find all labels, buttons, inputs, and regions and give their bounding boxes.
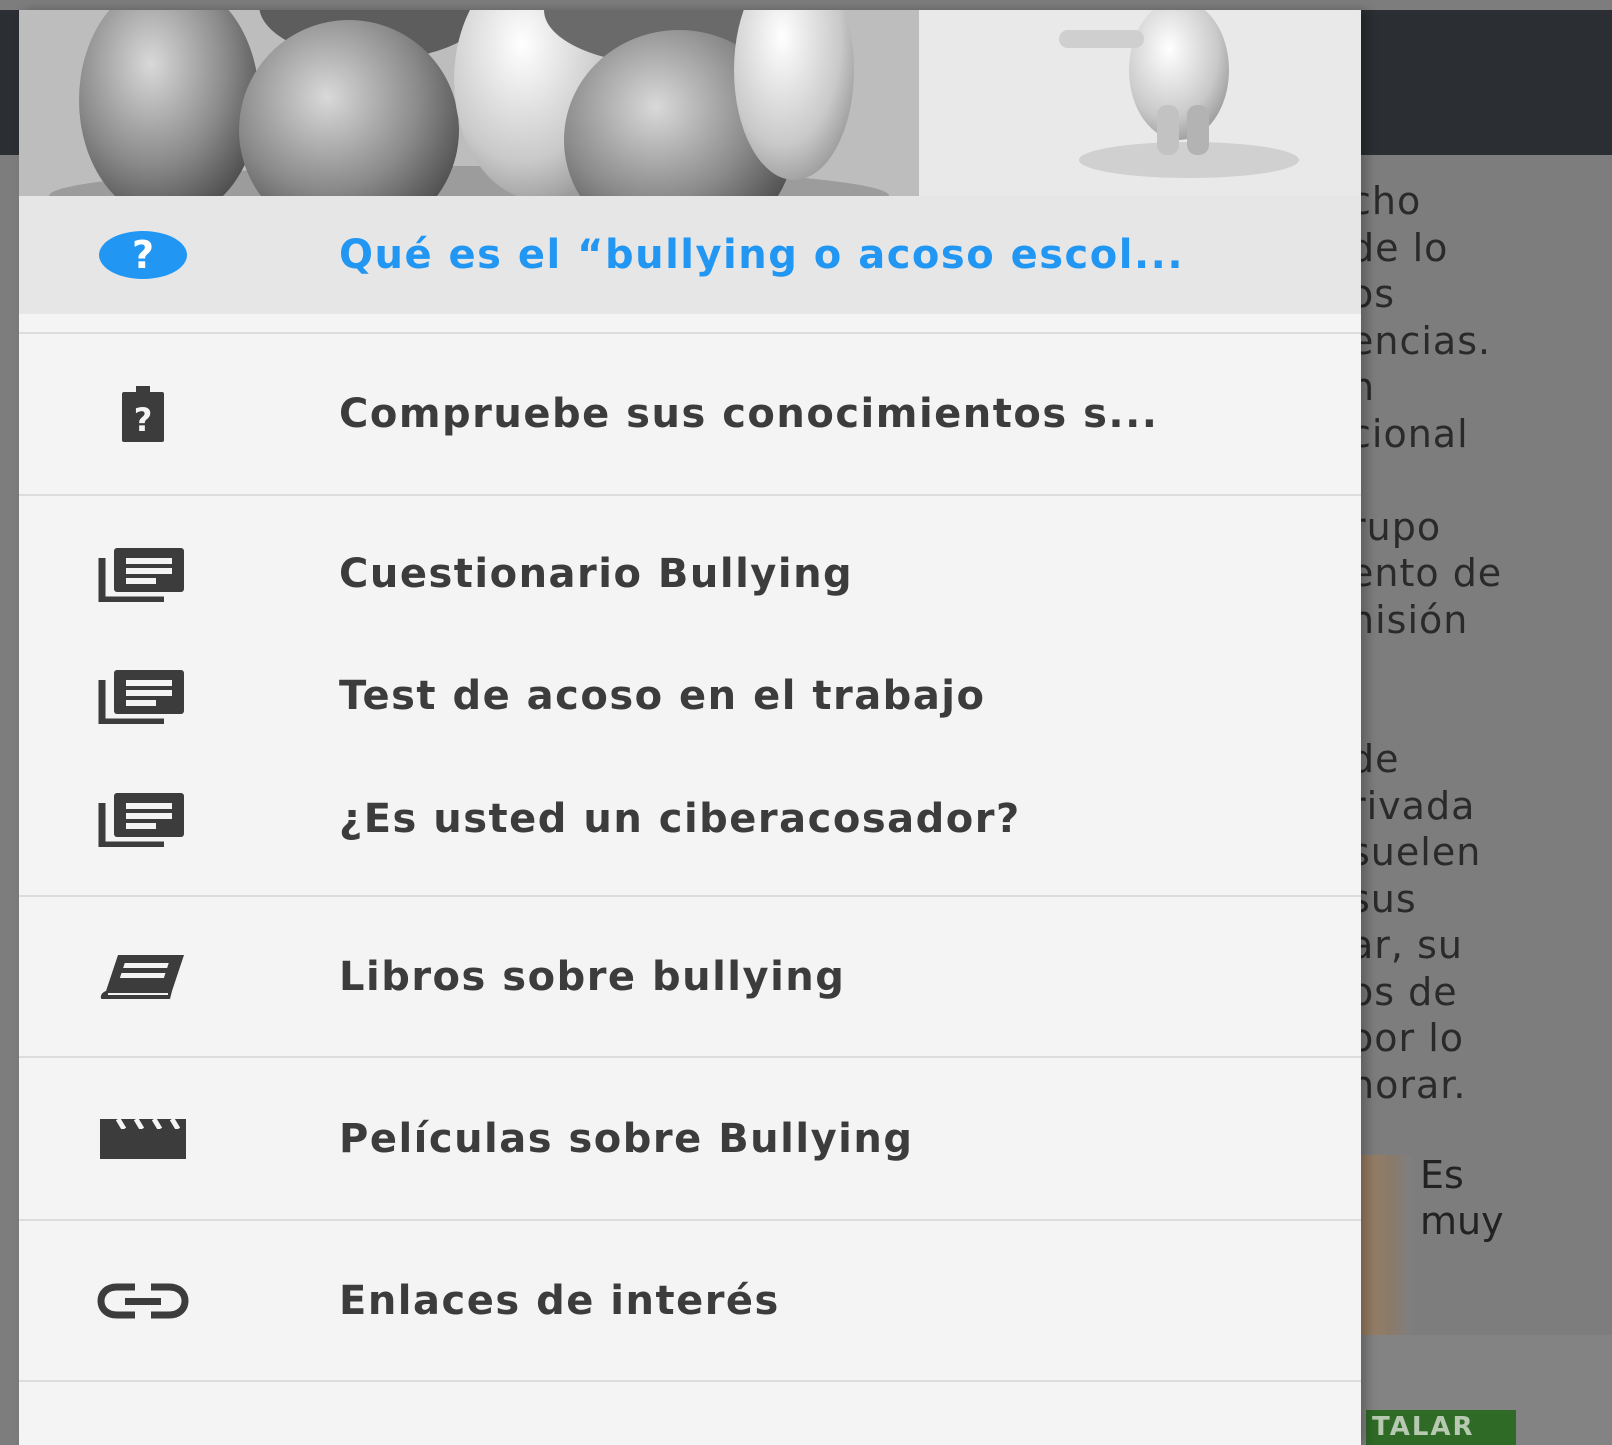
bg-text-line: rupo bbox=[1350, 504, 1442, 549]
drawer-item-cuestionario-bullying[interactable]: Cuestionario Bullying bbox=[19, 515, 1361, 633]
link-icon bbox=[97, 1271, 189, 1331]
drawer-divider bbox=[19, 1380, 1361, 1382]
background-ad-image bbox=[1360, 1155, 1412, 1335]
bg-text-line: suelen bbox=[1350, 830, 1482, 874]
drawer-divider bbox=[19, 332, 1361, 334]
bg-text-line: ento de bbox=[1350, 551, 1503, 595]
drawer-item-ciberacosador[interactable]: ¿Es usted un ciberacosador? bbox=[19, 760, 1361, 878]
bg-text-line: encias. bbox=[1350, 318, 1492, 363]
bg-text-line: os de bbox=[1350, 969, 1458, 1014]
bg-text-line: norar. bbox=[1350, 1062, 1467, 1107]
background-article-text: cho de lo os encias. n cional l rupo ent… bbox=[1350, 178, 1612, 1108]
library-books-icon bbox=[97, 544, 189, 604]
drawer-divider bbox=[19, 494, 1361, 496]
background-ad-caption: Es muy bbox=[1420, 1152, 1504, 1244]
drawer-item-libros-bullying[interactable]: Libros sobre bullying bbox=[19, 918, 1361, 1036]
movie-clapper-icon bbox=[97, 1109, 189, 1169]
bg-text-line: de lo bbox=[1350, 225, 1449, 270]
drawer-item-label: Cuestionario Bullying bbox=[339, 551, 854, 597]
bg-text-line: oor lo bbox=[1350, 1016, 1465, 1060]
drawer-item-label: ¿Es usted un ciberacosador? bbox=[339, 796, 1021, 842]
drawer-item-label: Libros sobre bullying bbox=[339, 954, 846, 1000]
bg-text-line: n bbox=[1350, 365, 1376, 409]
drawer-item-label: Qué es el “bullying o acoso escol... bbox=[339, 232, 1185, 278]
drawer-item-label: Enlaces de interés bbox=[339, 1278, 780, 1324]
bg-text-line: nisión bbox=[1350, 597, 1469, 642]
svg-text:?: ? bbox=[134, 401, 153, 439]
bg-text-line: os bbox=[1350, 272, 1396, 316]
drawer-item-label: Compruebe sus conocimientos s... bbox=[339, 391, 1159, 437]
drawer-item-que-es-bullying[interactable]: ? Qué es el “bullying o acoso escol... bbox=[19, 196, 1361, 314]
drawer-header-image bbox=[19, 10, 1361, 196]
bg-text-line: ar, su bbox=[1350, 923, 1463, 967]
question-circle-icon: ? bbox=[97, 225, 189, 285]
bg-caption-line: muy bbox=[1420, 1199, 1504, 1243]
drawer-divider bbox=[19, 1056, 1361, 1058]
drawer-item-test-acoso-trabajo[interactable]: Test de acoso en el trabajo bbox=[19, 637, 1361, 755]
bg-caption-line: Es bbox=[1420, 1153, 1464, 1197]
drawer-item-label: Películas sobre Bullying bbox=[339, 1116, 914, 1162]
bg-text-line: cional bbox=[1350, 411, 1469, 456]
library-books-icon bbox=[97, 789, 189, 849]
svg-text:?: ? bbox=[132, 233, 154, 277]
drawer-divider bbox=[19, 895, 1361, 897]
bg-text-line: rivada bbox=[1350, 783, 1476, 828]
drawer-item-label: Test de acoso en el trabajo bbox=[339, 673, 986, 719]
bg-text-line: sus bbox=[1350, 876, 1417, 921]
book-icon bbox=[97, 947, 189, 1007]
drawer-divider bbox=[19, 1219, 1361, 1221]
library-books-icon bbox=[97, 666, 189, 726]
bg-text-line: l bbox=[1350, 457, 1612, 504]
drawer-item-peliculas-bullying[interactable]: Películas sobre Bullying bbox=[19, 1080, 1361, 1198]
navigation-drawer: ? Qué es el “bullying o acoso escol... ?… bbox=[19, 10, 1361, 1445]
battery-unknown-icon: ? bbox=[97, 384, 189, 444]
install-button[interactable]: TALAR bbox=[1366, 1410, 1516, 1445]
bg-text-line: de bbox=[1350, 737, 1400, 781]
bg-text-line: cho bbox=[1350, 179, 1422, 223]
drawer-item-enlaces-interes[interactable]: Enlaces de interés bbox=[19, 1242, 1361, 1360]
drawer-item-compruebe-conocimientos[interactable]: ? Compruebe sus conocimientos s... bbox=[19, 355, 1361, 473]
